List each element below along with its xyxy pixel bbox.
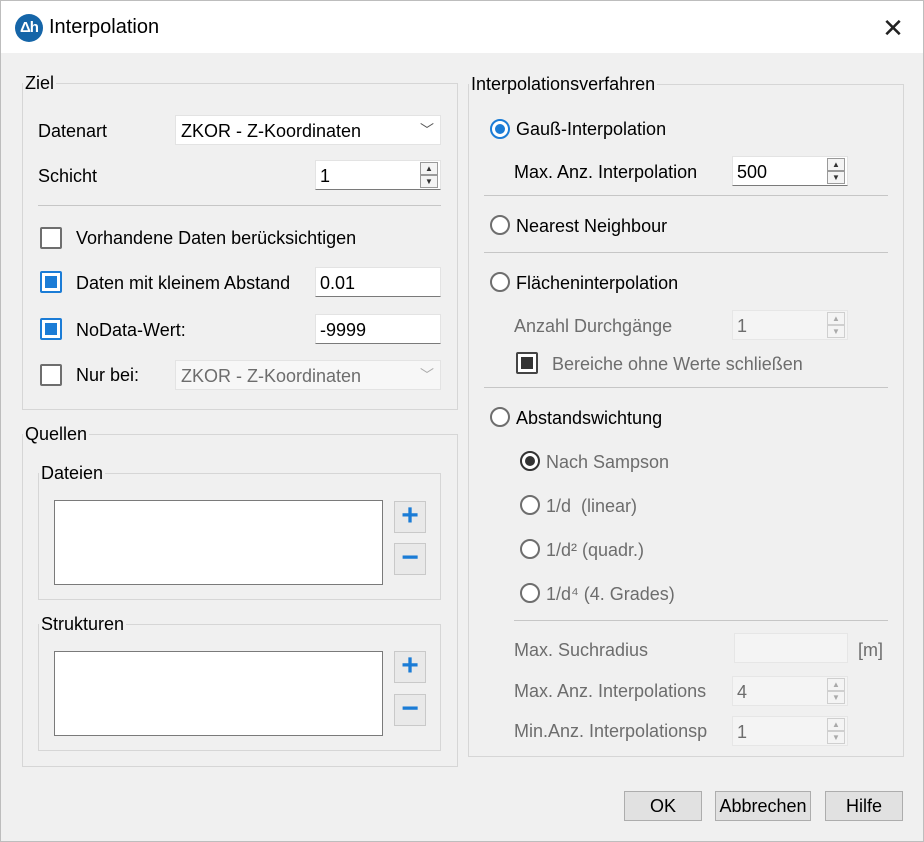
suchradius-label: Max. Suchradius: [514, 640, 649, 660]
nearest-radio[interactable]: [490, 215, 510, 235]
ziel-separator: [38, 205, 441, 206]
abbrechen-button[interactable]: Abbrechen: [715, 791, 811, 821]
kleinem-abstand-label: Daten mit kleinem Abstand: [76, 273, 291, 293]
gauss-max-stepper[interactable]: ▲ ▼: [827, 158, 845, 184]
nodata-value: -9999: [320, 320, 367, 340]
quadr-radio[interactable]: [520, 539, 540, 559]
sampson-radio[interactable]: [520, 451, 540, 471]
min-anz-stepper[interactable]: ▲ ▼: [827, 718, 845, 744]
spin-up-icon[interactable]: ▲: [827, 312, 845, 325]
spin-down-icon[interactable]: ▼: [827, 171, 845, 184]
schicht-value: 1: [320, 166, 331, 186]
dateien-list[interactable]: [54, 500, 383, 585]
nodata-input[interactable]: -9999: [315, 314, 441, 344]
chevron-down-icon: ﹀: [420, 367, 434, 383]
nodata-label: NoData-Wert:: [76, 320, 186, 340]
nur-bei-label: Nur bei:: [76, 365, 140, 385]
bereiche-checkbox[interactable]: [516, 352, 538, 374]
gauss-max-label: Max. Anz. Interpolation: [514, 162, 698, 182]
flaechen-label: Flächeninterpolation: [516, 273, 679, 293]
title-bar: Δh Interpolation ✕: [1, 1, 923, 53]
close-icon[interactable]: ✕: [867, 9, 919, 47]
verfahren-separator-1: [484, 195, 888, 196]
verfahren-group-title: Interpolationsverfahren: [469, 74, 658, 95]
bereiche-label: Bereiche ohne Werte schließen: [552, 354, 803, 374]
max-anz-label: Max. Anz. Interpolations: [514, 681, 707, 701]
verfahren-separator-4: [514, 620, 888, 621]
datenart-label: Datenart: [38, 121, 108, 141]
window-title: Interpolation: [49, 16, 160, 38]
spin-up-icon[interactable]: ▲: [827, 678, 845, 691]
dateien-add-button[interactable]: +: [394, 501, 426, 533]
schicht-label: Schicht: [38, 166, 98, 186]
kleinem-abstand-input[interactable]: 0.01: [315, 267, 441, 297]
datenart-combo[interactable]: ZKOR - Z-Koordinaten ﹀: [175, 115, 441, 145]
quadr-label: 1/d² (quadr.): [546, 540, 645, 560]
strukturen-list[interactable]: [54, 651, 383, 736]
gauss-label: Gauß-Interpolation: [516, 119, 667, 139]
ziel-group-title: Ziel: [23, 73, 57, 94]
abstand-label: Abstandswichtung: [516, 408, 663, 428]
ok-button[interactable]: OK: [624, 791, 702, 821]
kleinem-abstand-checkbox[interactable]: [40, 271, 62, 293]
grades-radio[interactable]: [520, 583, 540, 603]
grades-label: 1/d⁴ (4. Grades): [546, 584, 675, 604]
min-anz-label: Min.Anz. Interpolationsp: [514, 721, 708, 741]
max-anz-spinbox[interactable]: 4 ▲ ▼: [732, 676, 848, 706]
strukturen-group-title: Strukturen: [39, 614, 127, 635]
spin-up-icon[interactable]: ▲: [827, 158, 845, 171]
kleinem-abstand-value: 0.01: [320, 273, 356, 293]
durchgaenge-stepper[interactable]: ▲ ▼: [827, 312, 845, 338]
spin-down-icon[interactable]: ▼: [827, 691, 845, 704]
dateien-remove-button[interactable]: −: [394, 543, 426, 575]
min-anz-spinbox[interactable]: 1 ▲ ▼: [732, 716, 848, 746]
durchgaenge-value: 1: [737, 316, 748, 336]
suchradius-input[interactable]: [734, 633, 848, 663]
sampson-label: Nach Sampson: [546, 452, 670, 472]
spin-up-icon[interactable]: ▲: [420, 162, 438, 175]
verfahren-separator-3: [484, 387, 888, 388]
interpolation-dialog: Δh Interpolation ✕ Ziel Datenart ZKOR - …: [0, 0, 924, 842]
hilfe-button[interactable]: Hilfe: [825, 791, 903, 821]
schicht-spinbox[interactable]: 1 ▲ ▼: [315, 160, 441, 190]
app-logo-icon: Δh: [15, 14, 43, 42]
spin-down-icon[interactable]: ▼: [420, 175, 438, 188]
quellen-group-title: Quellen: [23, 424, 90, 445]
nur-bei-value: ZKOR - Z-Koordinaten: [181, 366, 362, 386]
gauss-radio[interactable]: [490, 119, 510, 139]
dateien-group-title: Dateien: [39, 463, 106, 484]
gauss-max-value: 500: [737, 162, 768, 182]
spin-down-icon[interactable]: ▼: [827, 325, 845, 338]
nur-bei-checkbox[interactable]: [40, 364, 62, 386]
gauss-max-spinbox[interactable]: 500 ▲ ▼: [732, 156, 848, 186]
max-anz-stepper[interactable]: ▲ ▼: [827, 678, 845, 704]
strukturen-add-button[interactable]: +: [394, 651, 426, 683]
nodata-checkbox[interactable]: [40, 318, 62, 340]
spin-down-icon[interactable]: ▼: [827, 731, 845, 744]
max-anz-value: 4: [737, 682, 748, 702]
spin-up-icon[interactable]: ▲: [827, 718, 845, 731]
nur-bei-combo[interactable]: ZKOR - Z-Koordinaten ﹀: [175, 360, 441, 390]
vorhandene-checkbox[interactable]: [40, 227, 62, 249]
suchradius-unit: [m]: [858, 640, 883, 660]
vorhandene-label: Vorhandene Daten berücksichtigen: [76, 228, 357, 248]
durchgaenge-spinbox[interactable]: 1 ▲ ▼: [732, 310, 848, 340]
nearest-label: Nearest Neighbour: [516, 216, 668, 236]
datenart-value: ZKOR - Z-Koordinaten: [181, 121, 362, 141]
flaechen-radio[interactable]: [490, 272, 510, 292]
strukturen-remove-button[interactable]: −: [394, 694, 426, 726]
min-anz-value: 1: [737, 722, 748, 742]
verfahren-separator-2: [484, 252, 888, 253]
linear-radio[interactable]: [520, 495, 540, 515]
abstand-radio[interactable]: [490, 407, 510, 427]
chevron-down-icon: ﹀: [420, 122, 434, 138]
schicht-stepper[interactable]: ▲ ▼: [420, 162, 438, 188]
linear-label: 1/d (linear): [546, 496, 638, 516]
durchgaenge-label: Anzahl Durchgänge: [514, 316, 673, 336]
